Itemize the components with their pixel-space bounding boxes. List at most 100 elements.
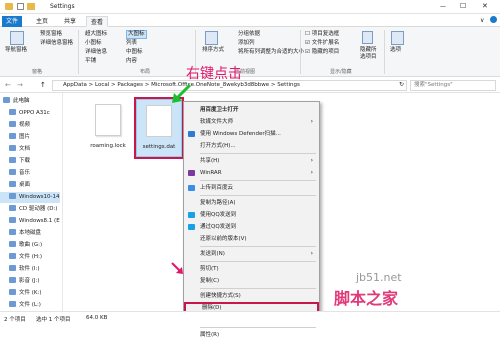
layout-small[interactable]: 小图标 — [85, 40, 102, 47]
drive-icon — [9, 289, 16, 295]
ribbon-tabs: 文件 主页 共享 查看 ∨ — [0, 14, 500, 27]
sort-button[interactable]: 排序方式 — [202, 47, 224, 54]
folder-icon — [5, 3, 13, 10]
sidebar-item-songs[interactable]: 歌曲 (G:) — [9, 240, 69, 251]
phone-icon — [9, 109, 16, 115]
menu-item[interactable]: 还原以前的版本(V) — [184, 233, 319, 245]
details-pane-button[interactable]: 详细信息窗格 — [40, 40, 73, 47]
tab-file[interactable]: 文件 — [2, 16, 23, 27]
address-bar-row: ← → ↑ AppData > Local > Packages > Micro… — [0, 78, 500, 93]
layout-details[interactable]: 详细信息 — [85, 49, 107, 56]
search-input[interactable]: 搜索"Settings" — [410, 80, 496, 91]
options-icon[interactable] — [391, 31, 404, 45]
hidden-items-option[interactable]: ☑ 隐藏的项目 — [305, 49, 339, 56]
navigation-pane-icon[interactable] — [10, 31, 24, 45]
watermark-brand: 脚本之家 — [334, 289, 399, 308]
menu-item[interactable]: 共享(H) › — [184, 155, 319, 167]
file-name: roaming.lock — [90, 143, 126, 149]
new-folder-icon[interactable] — [27, 3, 35, 10]
up-button[interactable]: ↑ — [40, 81, 46, 89]
menu-item[interactable]: WinRAR › — [184, 167, 319, 179]
quick-access-icon[interactable] — [17, 3, 24, 10]
back-button[interactable]: ← — [5, 81, 11, 89]
menu-item[interactable]: 复制为路径(A) — [184, 197, 319, 209]
menu-item[interactable]: 发送到(N) › — [184, 248, 319, 260]
tab-view[interactable]: 查看 — [86, 16, 109, 27]
hide-selected-button[interactable]: 隐藏所选项目 — [360, 47, 380, 61]
breadcrumb-local[interactable]: Local — [95, 82, 109, 88]
tab-home[interactable]: 主页 — [32, 16, 52, 27]
menu-item[interactable]: 使用 Windows Defender扫描... — [184, 128, 319, 140]
breadcrumb-packages[interactable]: Packages — [117, 82, 143, 88]
group-label-show-hide: 显示/隐藏 — [330, 69, 352, 75]
add-columns-button[interactable]: 添加列 — [238, 40, 255, 47]
sidebar-item-videos[interactable]: 视频 — [9, 120, 69, 131]
context-menu: 用百度卫士打开 软媒文件大师 › 使用 Windows Defender扫描... 打开… — [183, 101, 320, 338]
sidebar-item-local-disk[interactable]: 本地磁盘 — [9, 228, 69, 239]
refresh-icon[interactable]: ↻ — [399, 81, 404, 88]
hide-selected-icon[interactable] — [362, 31, 373, 44]
drive-icon — [9, 277, 16, 283]
maximize-button[interactable]: ☐ — [460, 2, 466, 10]
sidebar-item-windows81[interactable]: Windows8.1 (E — [9, 216, 69, 227]
sidebar-item-software[interactable]: 软件 (I:) — [9, 264, 69, 275]
layout-content[interactable]: 内容 — [126, 58, 137, 65]
ribbon-divider — [78, 30, 79, 74]
menu-divider — [200, 153, 316, 154]
tab-share[interactable]: 共享 — [60, 16, 80, 27]
layout-large[interactable]: 大图标 — [126, 30, 147, 39]
fit-columns-button[interactable]: 将所有列调整为合适的大小 — [238, 49, 304, 56]
video-icon — [9, 121, 16, 127]
menu-item-label: 创建快捷方式(S) — [200, 293, 241, 299]
sidebar-item-windows10[interactable]: Windows10-14 — [0, 192, 60, 203]
drive-icon — [9, 265, 16, 271]
file-extension-option[interactable]: ☑ 文件扩展名 — [305, 40, 339, 47]
minimize-button[interactable]: — — [440, 3, 446, 10]
expand-ribbon-icon[interactable]: ∨ — [480, 17, 484, 24]
layout-medium[interactable]: 中图标 — [126, 49, 143, 56]
file-item-roaming-lock[interactable]: roaming.lock — [86, 99, 130, 155]
group-by-button[interactable]: 分组依据 — [238, 31, 260, 38]
menu-item[interactable]: 上传到百度云 — [184, 182, 319, 194]
menu-item[interactable]: 通过QQ发送到 — [184, 221, 319, 233]
menu-item[interactable]: 属性(R) — [184, 329, 319, 341]
sidebar-item-oppo[interactable]: OPPO A31c — [9, 108, 69, 119]
menu-item[interactable]: 创建快捷方式(S) — [184, 290, 319, 302]
menu-item-label: 发送到(N) — [200, 251, 225, 257]
sidebar-item-media[interactable]: 影音 (J:) — [9, 276, 69, 287]
sidebar-item-downloads[interactable]: 下载 — [9, 156, 69, 167]
menu-item-icon — [188, 224, 195, 230]
sidebar-item-cd-drive[interactable]: CD 驱动器 (D:) — [9, 204, 69, 215]
layout-tiles[interactable]: 平铺 — [85, 58, 96, 65]
sidebar-item-this-pc[interactable]: 此电脑 — [3, 96, 63, 107]
close-button[interactable]: ✕ — [482, 2, 488, 10]
menu-item[interactable]: 打开方式(H)... — [184, 140, 319, 152]
sort-icon[interactable] — [205, 31, 218, 45]
layout-extra-large[interactable]: 超大图标 — [85, 31, 107, 38]
preview-pane-button[interactable]: 预览窗格 — [40, 31, 62, 38]
sidebar-item-music[interactable]: 音乐 — [9, 168, 69, 179]
sidebar-item-files-k[interactable]: 文件 (K:) — [9, 288, 69, 299]
breadcrumb-settings[interactable]: Settings — [277, 82, 300, 88]
sidebar-item-files-l[interactable]: 文件 (L:) — [9, 300, 69, 311]
menu-item[interactable]: 用百度卫士打开 — [184, 104, 319, 116]
breadcrumb-appdata[interactable]: AppData — [63, 82, 87, 88]
sidebar-item-pictures[interactable]: 图片 — [9, 132, 69, 143]
selected-count: 选中 1 个项目 — [36, 317, 71, 323]
help-icon[interactable] — [490, 16, 497, 23]
sidebar-item-files-h[interactable]: 文件 (H:) — [9, 252, 69, 263]
menu-item[interactable]: 使用QQ发送到 — [184, 209, 319, 221]
item-checkbox-option[interactable]: ☐ 项目复选框 — [305, 31, 339, 38]
options-button[interactable]: 选项 — [390, 47, 401, 54]
navigation-pane-button[interactable]: 导航窗格 — [5, 47, 27, 54]
menu-item[interactable]: 软媒文件大师 › — [184, 116, 319, 128]
computer-icon — [3, 97, 10, 103]
file-icon — [95, 104, 121, 136]
layout-list[interactable]: 列表 — [126, 40, 137, 47]
sidebar-item-documents[interactable]: 文档 — [9, 144, 69, 155]
menu-item[interactable]: 复制(C) — [184, 275, 319, 287]
picture-icon — [9, 133, 16, 139]
sidebar-item-desktop[interactable]: 桌面 — [9, 180, 69, 191]
forward-button[interactable]: → — [17, 81, 23, 89]
menu-item[interactable]: 剪切(T) — [184, 263, 319, 275]
